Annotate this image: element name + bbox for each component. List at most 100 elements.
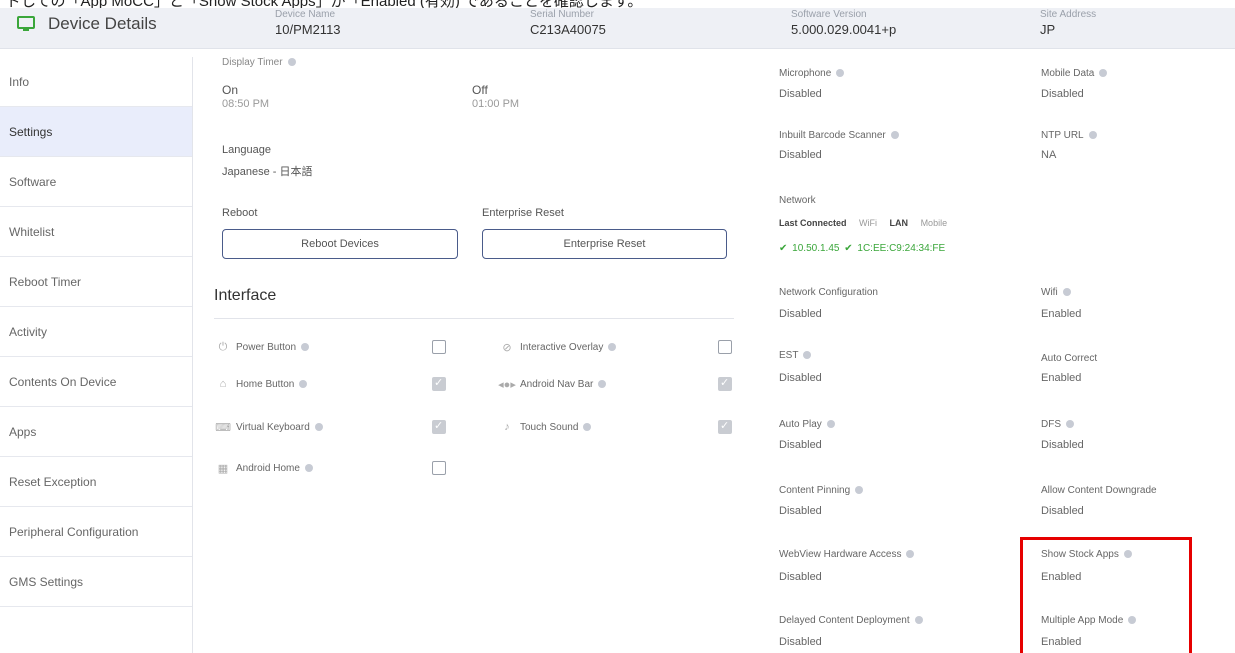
- touch-sound-label: Touch Sound: [520, 421, 579, 433]
- device-header: Device Details Device Name 10/PM2113 Ser…: [0, 8, 1235, 49]
- sidebar: Info Settings Software Whitelist Reboot …: [0, 57, 193, 653]
- power-icon: ⏻: [218, 340, 228, 353]
- language-label: Language: [222, 144, 271, 156]
- network-configuration-value: Disabled: [779, 308, 822, 320]
- enterprise-reset-label: Enterprise Reset: [482, 207, 564, 219]
- interface-divider: [214, 318, 734, 319]
- power-button-checkbox[interactable]: [432, 340, 446, 354]
- network-tab-last-connected[interactable]: Last Connected: [779, 218, 847, 228]
- network-tab-wifi[interactable]: WiFi: [859, 218, 877, 228]
- content-pinning-label: Content Pinning: [779, 485, 864, 496]
- barcode-label: Inbuilt Barcode Scanner: [779, 130, 899, 141]
- virtual-keyboard-setting: ⌨ Virtual Keyboard: [215, 420, 323, 434]
- serial-number-value: C213A40075: [530, 22, 606, 37]
- webview-hardware-access-value: Disabled: [779, 571, 822, 583]
- interactive-overlay-label: Interactive Overlay: [520, 341, 604, 353]
- dfs-value: Disabled: [1041, 439, 1084, 451]
- android-home-icon: ▦: [217, 462, 229, 475]
- device-name-value: 10/PM2113: [275, 22, 341, 37]
- info-icon: [299, 380, 308, 388]
- home-button-checkbox[interactable]: [432, 376, 446, 391]
- check-icon: ✔: [844, 243, 853, 254]
- touch-sound-checkbox[interactable]: [718, 419, 732, 434]
- android-home-setting: ▦ Android Home: [216, 461, 313, 475]
- delayed-content-deployment-label-text: Delayed Content Deployment: [779, 615, 910, 626]
- wifi-value: Enabled: [1041, 308, 1082, 320]
- barcode-value: Disabled: [779, 149, 822, 161]
- allow-content-downgrade-value: Disabled: [1041, 505, 1084, 517]
- mobile-data-label-text: Mobile Data: [1041, 68, 1095, 79]
- virtual-keyboard-label: Virtual Keyboard: [236, 421, 310, 433]
- info-icon: [1066, 420, 1074, 429]
- microphone-value: Disabled: [779, 88, 822, 100]
- display-timer-off-label: Off: [472, 83, 488, 97]
- top-instruction-strip: ドしての「App MoCC」と「Show Stock Apps」が「Enable…: [0, 0, 1235, 8]
- content-pinning-label-text: Content Pinning: [779, 485, 851, 496]
- wifi-label: Wifi: [1041, 287, 1071, 298]
- site-address-label: Site Address: [1040, 9, 1097, 20]
- info-icon: [314, 423, 323, 431]
- home-icon: ⌂: [219, 378, 227, 390]
- display-timer-label: Display Timer: [222, 57, 296, 68]
- reboot-label: Reboot: [222, 207, 258, 219]
- est-label: EST: [779, 350, 812, 361]
- nav-bar-icon: ◂●▸: [498, 378, 516, 391]
- enterprise-reset-button[interactable]: Enterprise Reset: [482, 229, 727, 259]
- ntp-url-label: NTP URL: [1041, 130, 1097, 141]
- info-icon: [890, 131, 899, 140]
- software-version-label: Software Version: [791, 9, 867, 20]
- info-icon: [304, 464, 313, 472]
- auto-play-label: Auto Play: [779, 419, 835, 430]
- microphone-label-text: Microphone: [779, 68, 832, 79]
- sidebar-item-peripheral-configuration[interactable]: Peripheral Configuration: [0, 507, 192, 557]
- interactive-overlay-checkbox[interactable]: [718, 340, 732, 354]
- info-icon: [803, 351, 812, 360]
- highlight-box: [1020, 537, 1192, 653]
- android-nav-bar-setting: ◂●▸ Android Nav Bar: [498, 377, 607, 391]
- content-pinning-value: Disabled: [779, 505, 822, 517]
- network-configuration-label: Network Configuration: [779, 287, 878, 298]
- android-home-label: Android Home: [236, 462, 300, 474]
- sidebar-item-whitelist[interactable]: Whitelist: [0, 207, 192, 257]
- brand: Device Details: [16, 14, 157, 34]
- sidebar-item-software[interactable]: Software: [0, 157, 192, 207]
- info-icon: [1099, 69, 1108, 78]
- virtual-keyboard-checkbox[interactable]: [432, 419, 446, 434]
- info-icon: [598, 380, 607, 388]
- sidebar-item-gms-settings[interactable]: GMS Settings: [0, 557, 192, 607]
- mobile-data-value: Disabled: [1041, 88, 1084, 100]
- device-name-label: Device Name: [275, 9, 336, 20]
- info-icon: [836, 69, 845, 78]
- android-home-checkbox[interactable]: [432, 461, 446, 475]
- network-mac: 1C:EE:C9:24:34:FE: [857, 243, 946, 254]
- display-timer-label-text: Display Timer: [222, 57, 283, 68]
- language-value: Japanese - 日本語: [222, 166, 313, 178]
- display-timer-on-label: On: [222, 83, 239, 97]
- info-icon: [1088, 131, 1097, 140]
- ntp-url-value: NA: [1041, 149, 1057, 161]
- check-icon: ✔: [779, 243, 788, 254]
- reboot-devices-button[interactable]: Reboot Devices: [222, 229, 458, 259]
- auto-play-label-text: Auto Play: [779, 419, 822, 430]
- sidebar-item-activity[interactable]: Activity: [0, 307, 192, 357]
- android-nav-bar-checkbox[interactable]: [718, 376, 732, 391]
- top-instruction-text: ドしての「App MoCC」と「Show Stock Apps」が「Enable…: [6, 0, 642, 8]
- sidebar-item-settings[interactable]: Settings: [0, 107, 192, 157]
- android-nav-bar-label: Android Nav Bar: [520, 378, 594, 390]
- auto-correct-value: Enabled: [1041, 372, 1082, 384]
- sidebar-item-reset-exception[interactable]: Reset Exception: [0, 457, 192, 507]
- sidebar-item-contents-on-device[interactable]: Contents On Device: [0, 357, 192, 407]
- network-tab-lan[interactable]: LAN: [890, 218, 909, 228]
- delayed-content-deployment-value: Disabled: [779, 636, 822, 648]
- home-button-setting: ⌂ Home Button: [216, 377, 308, 391]
- sidebar-item-apps[interactable]: Apps: [0, 407, 192, 457]
- sidebar-item-info[interactable]: Info: [0, 57, 192, 107]
- delayed-content-deployment-label: Delayed Content Deployment: [779, 615, 923, 626]
- info-icon: [1062, 288, 1071, 297]
- dfs-label-text: DFS: [1041, 419, 1061, 430]
- webview-hardware-access-label-text: WebView Hardware Access: [779, 549, 902, 560]
- sidebar-item-reboot-timer[interactable]: Reboot Timer: [0, 257, 192, 307]
- barcode-label-text: Inbuilt Barcode Scanner: [779, 130, 886, 141]
- network-tab-mobile[interactable]: Mobile: [921, 218, 948, 228]
- overlay-icon: ⊘: [502, 341, 512, 354]
